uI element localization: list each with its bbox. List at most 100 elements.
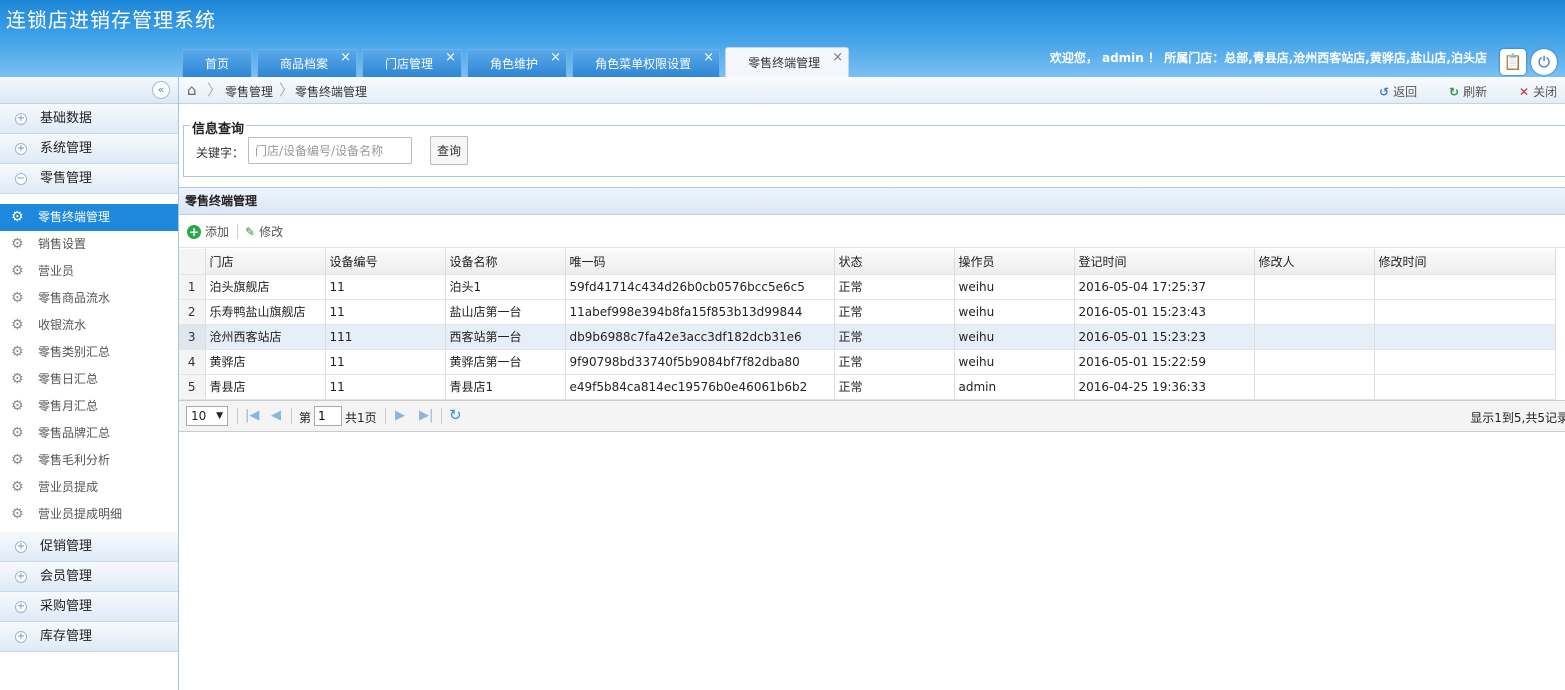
first-page-icon[interactable]: |◀ (245, 408, 259, 423)
tab-home[interactable]: 首页 (182, 49, 253, 77)
refresh-icon[interactable]: ↻ (449, 406, 462, 424)
cell-mod-time (1374, 374, 1556, 400)
tab-bar: 首页 商品档案 × 门店管理 × 角色维护 × 角色菜单权限设置 × 零售终端管理 × (182, 47, 854, 77)
clipboard-icon[interactable]: 📋 (1500, 49, 1526, 75)
column-header[interactable]: 登记时间 (1074, 249, 1255, 275)
row-number: 2 (179, 299, 206, 325)
tab-role-maintenance[interactable]: 角色维护 × (467, 49, 568, 77)
breadcrumb-item-current: 零售终端管理 (295, 85, 368, 99)
keyword-label: 关键字： (196, 146, 245, 160)
add-button[interactable]: + 添加 (187, 223, 229, 240)
sidebar-item-retail-terminal[interactable]: ⚙ 零售终端管理 (0, 204, 178, 231)
cell-code: 111 (325, 324, 446, 350)
sidebar-item-salesperson[interactable]: ⚙ 营业员 (0, 258, 178, 285)
cell-store: 乐寿鸭盐山旗舰店 (205, 299, 326, 325)
cell-modifier (1254, 349, 1375, 375)
cell-store: 泊头旗舰店 (205, 274, 326, 300)
page-size-select[interactable]: 10 ▼ (186, 406, 228, 426)
cell-operator: weihu (954, 349, 1075, 375)
cell-uid: e49f5b84ca814ec19576b0e46061b6b2 (565, 374, 835, 400)
tab-role-menu-permissions[interactable]: 角色菜单权限设置 × (572, 49, 721, 77)
close-icon[interactable]: × (703, 44, 714, 72)
sidebar-item-sales-settings[interactable]: ⚙ 销售设置 (0, 231, 178, 258)
table-row-selected[interactable]: 3 沧州西客站店 111 西客站第一台 db9b6988c7fa42e3acc3… (179, 324, 1556, 350)
sidebar-item-retail-product-flow[interactable]: ⚙ 零售商品流水 (0, 285, 178, 312)
query-button[interactable]: 查询 (430, 136, 468, 165)
gear-icon: ⚙ (11, 506, 24, 522)
menu-group-purchase[interactable]: + 采购管理 (0, 592, 178, 622)
home-icon[interactable]: ⌂ (187, 81, 197, 99)
sidebar-item-category-summary[interactable]: ⚙ 零售类别汇总 (0, 339, 178, 366)
tab-store-management[interactable]: 门店管理 × (362, 49, 463, 77)
table-row[interactable]: 4 黄骅店 11 黄骅店第一台 9f90798bd33740f5b9084bf7… (179, 349, 1556, 375)
menu-group-promotion[interactable]: + 促销管理 (0, 532, 178, 562)
column-header[interactable]: 设备名称 (445, 249, 566, 275)
sidebar-item-brand-summary[interactable]: ⚙ 零售品牌汇总 (0, 420, 178, 447)
gear-icon: ⚙ (11, 236, 24, 252)
edit-button[interactable]: ✎ 修改 (245, 223, 283, 240)
cell-store: 沧州西客站店 (205, 324, 326, 350)
menu-group-member[interactable]: + 会员管理 (0, 562, 178, 592)
cell-status: 正常 (834, 324, 955, 350)
table-row[interactable]: 5 青县店 11 青县店1 e49f5b84ca814ec19576b0e460… (179, 374, 1556, 400)
tab-product-archive[interactable]: 商品档案 × (257, 49, 358, 77)
column-header[interactable]: 状态 (834, 249, 955, 275)
refresh-icon: ↻ (1449, 85, 1460, 99)
gear-icon: ⚙ (11, 371, 24, 387)
menu-group-inventory[interactable]: + 库存管理 (0, 622, 178, 652)
sidebar-item-monthly-summary[interactable]: ⚙ 零售月汇总 (0, 393, 178, 420)
cell-store: 黄骅店 (205, 349, 326, 375)
page-label: 第 (299, 411, 312, 425)
sidebar-item-gross-profit[interactable]: ⚙ 零售毛利分析 (0, 447, 178, 474)
collapse-icon: − (15, 173, 27, 185)
row-number: 4 (179, 349, 206, 375)
terminal-panel: 零售终端管理 + 添加 ✎ 修改 门店 设备编号 设备名称 唯一码 状态 操作员… (179, 187, 1565, 432)
collapse-sidebar-icon[interactable]: « (152, 81, 170, 99)
table-row[interactable]: 1 泊头旗舰店 11 泊头1 59fd41714c434d26b0cb0576b… (179, 274, 1556, 300)
cell-status: 正常 (834, 274, 955, 300)
menu-group-basic-data[interactable]: + 基础数据 (0, 104, 178, 134)
expand-icon: + (15, 541, 27, 553)
close-icon[interactable]: × (832, 43, 843, 73)
sidebar-item-commission[interactable]: ⚙ 营业员提成 (0, 474, 178, 501)
column-header[interactable]: 门店 (205, 249, 326, 275)
back-button[interactable]: ↺ 返回 (1379, 83, 1417, 100)
page-number-input[interactable] (314, 406, 342, 426)
last-page-icon[interactable]: ▶| (419, 408, 433, 423)
close-icon[interactable]: × (340, 44, 351, 72)
prev-page-icon[interactable]: ◀ (271, 408, 281, 423)
column-header[interactable]: 修改时间 (1374, 249, 1556, 275)
menu-group-system-management[interactable]: + 系统管理 (0, 134, 178, 164)
close-icon[interactable]: × (445, 44, 456, 72)
column-header[interactable]: 唯一码 (565, 249, 835, 275)
breadcrumb: ⌂ 〉 零售管理 〉 零售终端管理 ↺ 返回 ↻ 刷新 ✕ 关闭 (179, 77, 1565, 104)
menu-group-retail-management[interactable]: − 零售管理 (0, 164, 178, 194)
sidebar-item-cashier-flow[interactable]: ⚙ 收银流水 (0, 312, 178, 339)
main-content: ⌂ 〉 零售管理 〉 零售终端管理 ↺ 返回 ↻ 刷新 ✕ 关闭 信息查询 关键字： … (179, 77, 1565, 690)
cell-modifier (1254, 299, 1375, 325)
breadcrumb-item-retail[interactable]: 零售管理 (225, 83, 273, 100)
close-button[interactable]: ✕ 关闭 (1519, 83, 1557, 100)
row-number: 3 (179, 324, 206, 350)
column-header[interactable]: 设备编号 (325, 249, 446, 275)
app-title: 连锁店进销存管理系统 (6, 8, 216, 32)
column-header[interactable]: 修改人 (1254, 249, 1375, 275)
query-legend: 信息查询 (190, 118, 247, 137)
column-header[interactable]: 操作员 (954, 249, 1075, 275)
sidebar-item-daily-summary[interactable]: ⚙ 零售日汇总 (0, 366, 178, 393)
cell-name: 黄骅店第一台 (445, 349, 566, 375)
expand-icon: + (15, 143, 27, 155)
refresh-button[interactable]: ↻ 刷新 (1449, 83, 1487, 100)
next-page-icon[interactable]: ▶ (395, 408, 405, 423)
power-icon[interactable]: ⏻ (1531, 49, 1557, 75)
table-row[interactable]: 2 乐寿鸭盐山旗舰店 11 盐山店第一台 11abef998e394b8fa15… (179, 299, 1556, 325)
close-icon[interactable]: × (550, 44, 561, 72)
cell-reg-time: 2016-04-25 19:36:33 (1074, 374, 1255, 400)
keyword-input[interactable] (248, 137, 412, 164)
cell-status: 正常 (834, 349, 955, 375)
cell-name: 泊头1 (445, 274, 566, 300)
tab-retail-terminal-management[interactable]: 零售终端管理 × (725, 47, 850, 77)
sidebar-item-commission-detail[interactable]: ⚙ 营业员提成明细 (0, 501, 178, 528)
cell-name: 西客站第一台 (445, 324, 566, 350)
cell-uid: db9b6988c7fa42e3acc3df182dcb31e6 (565, 324, 835, 350)
